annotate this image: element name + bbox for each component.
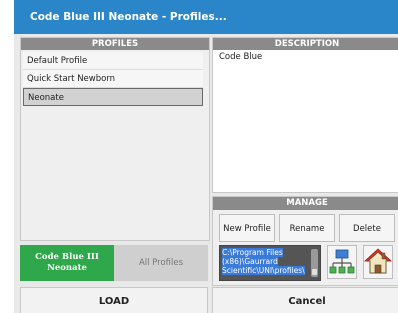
tab-active-line-2: Neonate — [47, 263, 87, 273]
delete-button[interactable]: Delete — [339, 214, 395, 242]
tab-code-blue-neonate[interactable]: Code Blue III Neonate — [20, 245, 114, 281]
profile-list: Default Profile Quick Start Newborn Neon… — [23, 52, 203, 106]
cancel-button[interactable]: Cancel — [212, 287, 398, 313]
profile-item-default[interactable]: Default Profile — [23, 52, 203, 70]
tab-active-line-1: Code Blue III — [35, 252, 99, 262]
path-scrollbar[interactable] — [311, 249, 318, 277]
description-panel: DESCRIPTION Code Blue — [212, 37, 398, 193]
path-line-3: Scientific\UNI\profiles\ — [222, 266, 305, 275]
path-scroll-thumb[interactable] — [312, 269, 317, 275]
path-line-1: C:\Program Files — [222, 248, 283, 257]
home-icon — [363, 248, 393, 274]
tab-all-profiles[interactable]: All Profiles — [114, 245, 208, 281]
profiles-panel: PROFILES Default Profile Quick Start New… — [20, 37, 210, 241]
home-button[interactable] — [363, 245, 393, 279]
manage-panel: MANAGE New Profile Rename Delete C:\Prog… — [212, 196, 398, 286]
profile-filter-tabs: Code Blue III Neonate All Profiles — [20, 245, 208, 281]
load-button[interactable]: LOAD — [20, 287, 208, 313]
profiles-header: PROFILES — [21, 38, 209, 50]
network-button[interactable] — [327, 245, 357, 279]
desktop-edge — [0, 0, 14, 313]
window-title: Code Blue III Neonate - Profiles... — [14, 0, 398, 34]
description-text: Code Blue — [219, 52, 263, 62]
profiles-window: Code Blue III Neonate - Profiles... PROF… — [14, 0, 398, 313]
rename-button[interactable]: Rename — [279, 214, 335, 242]
description-header: DESCRIPTION — [213, 38, 398, 50]
profile-item-quick-start-newborn[interactable]: Quick Start Newborn — [23, 70, 203, 88]
path-line-2: (x86)\Gaurrard — [222, 257, 278, 266]
profiles-path-text: C:\Program Files (x86)\Gaurrard Scientif… — [222, 248, 310, 275]
manage-header: MANAGE — [213, 197, 398, 210]
profiles-path-field[interactable]: C:\Program Files (x86)\Gaurrard Scientif… — [219, 245, 321, 281]
profile-item-neonate[interactable]: Neonate — [23, 88, 203, 106]
network-icon — [329, 249, 355, 274]
new-profile-button[interactable]: New Profile — [219, 214, 275, 242]
